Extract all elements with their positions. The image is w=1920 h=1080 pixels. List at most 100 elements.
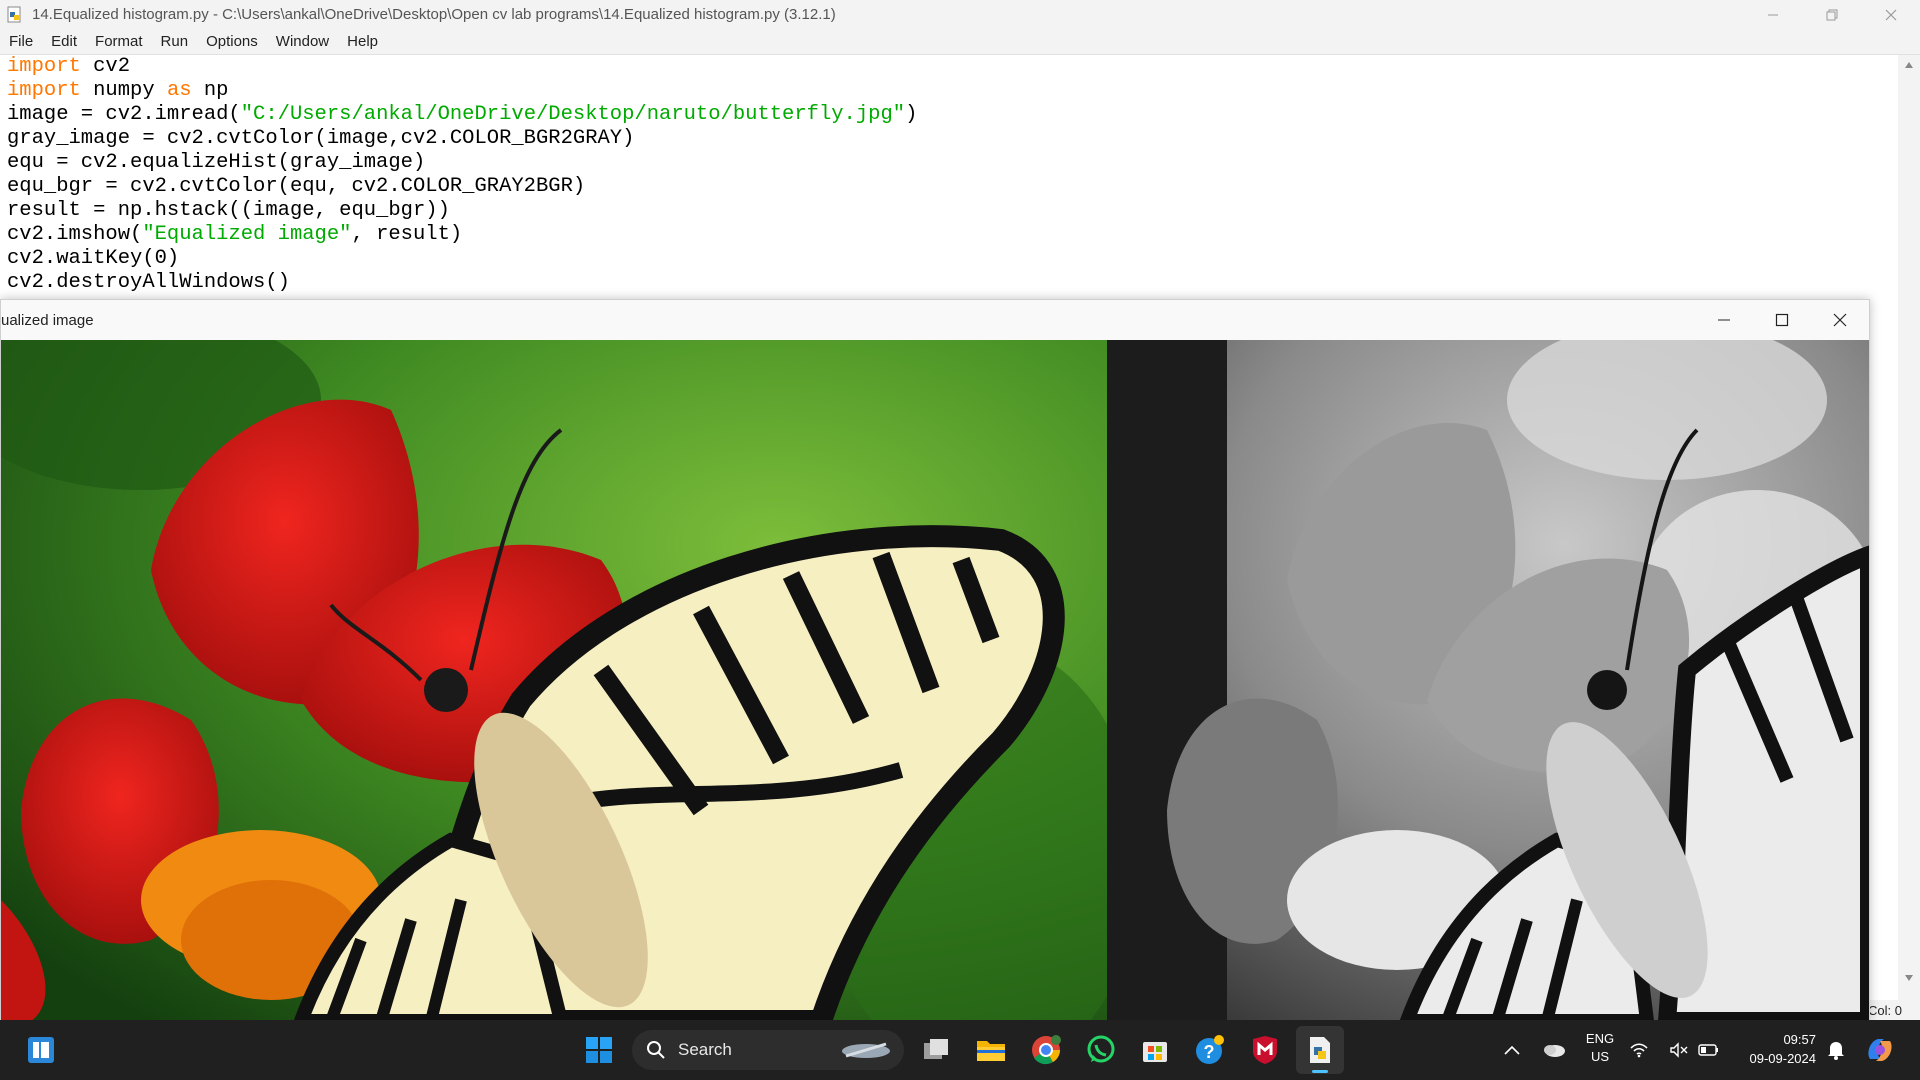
imshow-window-title: ualized image (1, 311, 94, 329)
code-line[interactable]: import cv2 (0, 55, 1898, 79)
python-idle-icon (1310, 1037, 1330, 1063)
code-editor[interactable]: import cv2 import numpy as np image = cv2.… (0, 55, 1898, 300)
windows-start-button[interactable] (575, 1026, 623, 1074)
whatsapp-icon (1087, 1035, 1115, 1063)
close-icon (1833, 313, 1847, 327)
code-line[interactable]: equ = cv2.equalizeHist(gray_image) (0, 151, 1898, 175)
clock[interactable]: 09:57 09-09-2024 (1732, 1030, 1817, 1068)
battery-icon (1698, 1044, 1718, 1056)
vertical-scrollbar[interactable] (1898, 55, 1920, 1010)
column-indicator: Col: 0 (1868, 1002, 1902, 1018)
imshow-title-bar[interactable]: ualized image (1, 300, 1869, 340)
triangle-down-icon (1905, 975, 1913, 981)
code-text: equ_bgr = cv2.cvtColor(equ, cv2.COLOR_GR… (7, 175, 586, 198)
triangle-up-icon (1905, 62, 1913, 68)
battery-button[interactable] (1694, 1026, 1724, 1074)
onedrive-icon (1544, 1045, 1565, 1057)
code-line[interactable]: equ_bgr = cv2.cvtColor(equ, cv2.COLOR_GR… (0, 175, 1898, 199)
code-line[interactable]: cv2.waitKey(0) (0, 247, 1898, 271)
code-text: equ = cv2.equalizeHist(gray_image) (7, 151, 426, 174)
microsoft-store-button[interactable] (1131, 1026, 1179, 1074)
chevron-up-icon (1504, 1045, 1520, 1055)
original-color-image (1, 340, 1107, 1021)
code-keyword: import (7, 55, 81, 78)
task-view-icon (924, 1039, 948, 1059)
start-icon (28, 1037, 54, 1063)
code-text: result = np.hstack((image, equ_bgr)) (7, 199, 450, 222)
restore-button[interactable] (1802, 0, 1861, 29)
code-keyword: as (166, 79, 192, 102)
imshow-window[interactable]: ualized image (0, 299, 1870, 1022)
onedrive-button[interactable] (1530, 1026, 1578, 1074)
copilot-button[interactable] (1856, 1026, 1904, 1074)
minimize-button[interactable] (1743, 0, 1802, 29)
mcafee-icon (1253, 1036, 1277, 1064)
menu-help[interactable]: Help (338, 33, 387, 50)
menu-options[interactable]: Options (197, 33, 267, 50)
volume-button[interactable] (1664, 1026, 1694, 1074)
status-bar: Col: 0 (1868, 1000, 1920, 1020)
menu-window[interactable]: Window (267, 33, 338, 50)
code-text: cv2.destroyAllWindows() (7, 271, 290, 294)
code-text: ) (905, 103, 918, 126)
menu-bar: File Edit Format Run Options Window Help (0, 29, 1920, 55)
code-text: np (191, 79, 229, 102)
code-text: cv2 (80, 55, 131, 78)
python-idle-button[interactable] (1296, 1026, 1344, 1074)
menu-format[interactable]: Format (86, 33, 152, 50)
volume-muted-icon (1670, 1042, 1688, 1058)
notifications-button[interactable] (1824, 1026, 1848, 1074)
scroll-down-arrow[interactable] (1898, 968, 1920, 988)
chrome-button[interactable] (1022, 1026, 1070, 1074)
code-string: "C:/Users/ankal/OneDrive/Desktop/naruto/… (240, 103, 906, 126)
chrome-icon (1032, 1035, 1061, 1065)
svg-text:?: ? (1204, 1042, 1215, 1062)
code-line[interactable]: import numpy as np (0, 79, 1898, 103)
python-file-icon (7, 6, 21, 22)
code-line[interactable]: result = np.hstack((image, equ_bgr)) (0, 199, 1898, 223)
whatsapp-button[interactable] (1077, 1026, 1125, 1074)
help-icon: ? (1196, 1035, 1224, 1064)
code-text: image = cv2.imread( (7, 103, 241, 126)
bell-icon (1828, 1042, 1844, 1060)
region-code: US (1590, 1049, 1610, 1064)
copilot-icon (1868, 1039, 1892, 1061)
maximize-icon (1775, 313, 1789, 327)
code-text: cv2.waitKey(0) (7, 247, 180, 270)
code-line[interactable]: image = cv2.imread("C:/Users/ankal/OneDr… (0, 103, 1898, 127)
scroll-up-arrow[interactable] (1898, 55, 1920, 75)
microsoft-store-icon (1143, 1042, 1167, 1062)
code-line[interactable]: cv2.destroyAllWindows() (0, 271, 1898, 295)
get-help-button[interactable]: ? (1186, 1026, 1234, 1074)
language-indicator[interactable]: ENG US (1580, 1030, 1620, 1066)
file-explorer-button[interactable] (967, 1026, 1015, 1074)
show-hidden-icons-button[interactable] (1488, 1026, 1536, 1074)
imshow-maximize-button[interactable] (1753, 300, 1811, 340)
start-button[interactable] (17, 1026, 65, 1074)
close-icon (1885, 9, 1896, 20)
wifi-button[interactable] (1624, 1026, 1654, 1074)
menu-run[interactable]: Run (152, 33, 198, 50)
mcafee-button[interactable] (1241, 1026, 1289, 1074)
menu-edit[interactable]: Edit (42, 33, 86, 50)
code-line[interactable]: cv2.imshow("Equalized image", result) (0, 223, 1898, 247)
code-line[interactable]: gray_image = cv2.cvtColor(image,cv2.COLO… (0, 127, 1898, 151)
close-button[interactable] (1861, 0, 1920, 29)
language-code: ENG (1585, 1031, 1615, 1046)
idle-title-bar[interactable]: 14.Equalized histogram.py - C:\Users\ank… (0, 0, 1920, 29)
window-title: 14.Equalized histogram.py - C:\Users\ank… (32, 6, 836, 23)
search-icon (647, 1041, 665, 1059)
imshow-close-button[interactable] (1811, 300, 1869, 340)
menu-file[interactable]: File (0, 33, 42, 50)
file-explorer-icon (977, 1041, 1005, 1061)
search-highlight-icon (842, 1042, 890, 1058)
minimize-icon (1767, 14, 1778, 15)
windows-logo-icon (586, 1037, 612, 1063)
code-string: "Equalized image" (142, 223, 352, 246)
code-text: , result) (351, 223, 463, 246)
task-view-button[interactable] (913, 1026, 961, 1074)
imshow-minimize-button[interactable] (1695, 300, 1753, 340)
code-text: cv2.imshow( (7, 223, 143, 246)
code-keyword: import (7, 79, 81, 102)
taskbar-search[interactable]: Search (632, 1030, 904, 1070)
